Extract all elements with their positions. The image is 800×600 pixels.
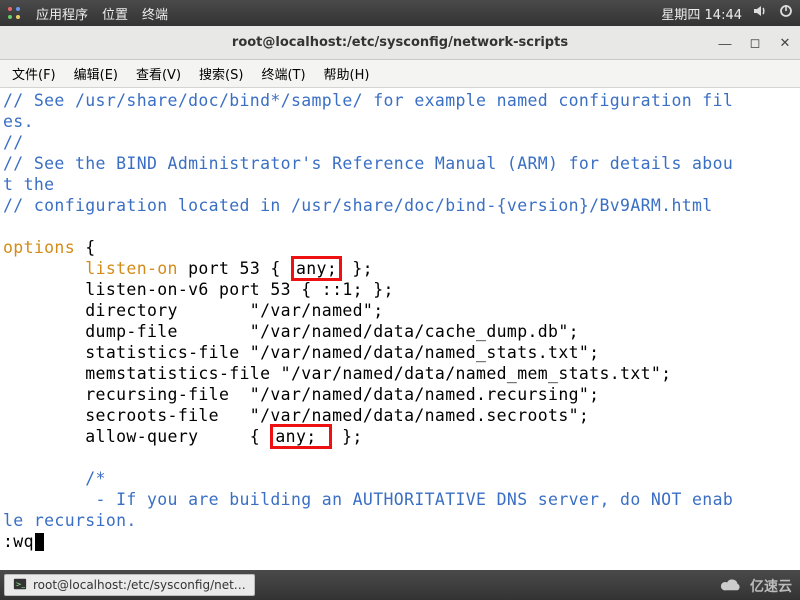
config-line: statistics-file "/var/named/data/named_s…: [3, 343, 599, 362]
close-button[interactable]: ✕: [774, 32, 796, 54]
window-title: root@localhost:/etc/sysconfig/network-sc…: [232, 35, 568, 50]
minimize-button[interactable]: —: [714, 32, 736, 54]
menu-terminal[interactable]: 终端: [142, 4, 168, 23]
config-text: };: [342, 259, 373, 278]
comment-line: // See the BIND Administrator's Referenc…: [3, 154, 733, 173]
window-titlebar[interactable]: root@localhost:/etc/sysconfig/network-sc…: [0, 26, 800, 60]
menu-edit[interactable]: 编辑(E): [66, 60, 126, 87]
menu-places[interactable]: 位置: [102, 4, 128, 23]
comment-line: le recursion.: [3, 511, 137, 530]
volume-icon[interactable]: [752, 3, 768, 23]
config-line: secroots-file "/var/named/data/named.sec…: [3, 406, 589, 425]
config-line: memstatistics-file "/var/named/data/name…: [3, 364, 671, 383]
config-line: listen-on-v6 port 53 { ::1; };: [3, 280, 394, 299]
cloud-icon: [718, 576, 746, 596]
listen-on-keyword: listen-on: [85, 259, 178, 278]
config-text: allow-query {: [3, 427, 270, 446]
config-line: directory "/var/named";: [3, 301, 384, 320]
activities-icon[interactable]: [6, 5, 22, 21]
comment-line: //: [3, 133, 24, 152]
menu-view[interactable]: 查看(V): [128, 60, 189, 87]
comment-line: // See /usr/share/doc/bind*/sample/ for …: [3, 91, 733, 110]
taskbar-window-button[interactable]: >_ root@localhost:/etc/sysconfig/net…: [4, 574, 255, 596]
config-text: port 53 {: [178, 259, 291, 278]
config-line: recursing-file "/var/named/data/named.re…: [3, 385, 599, 404]
taskbar-window-label: root@localhost:/etc/sysconfig/net…: [33, 578, 246, 592]
terminal-window: root@localhost:/etc/sysconfig/network-sc…: [0, 26, 800, 554]
menu-file[interactable]: 文件(F): [4, 60, 64, 87]
desktop-top-panel: 应用程序 位置 终端 星期四 14:44: [0, 0, 800, 26]
comment-line: es.: [3, 112, 34, 131]
terminal-viewport[interactable]: // See /usr/share/doc/bind*/sample/ for …: [0, 88, 800, 554]
indent: [3, 259, 85, 278]
menu-search[interactable]: 搜索(S): [191, 60, 251, 87]
power-icon[interactable]: [778, 3, 794, 23]
config-line: dump-file "/var/named/data/cache_dump.db…: [3, 322, 579, 341]
menu-help[interactable]: 帮助(H): [316, 60, 378, 87]
comment-line: - If you are building an AUTHORITATIVE D…: [3, 490, 733, 509]
comment-line: t the: [3, 175, 54, 194]
maximize-button[interactable]: ◻: [744, 32, 766, 54]
text-cursor: [35, 533, 44, 551]
clock[interactable]: 星期四 14:44: [661, 4, 742, 23]
highlight-any-2: any;: [270, 424, 331, 449]
highlight-any-1: any;: [291, 256, 342, 281]
options-keyword: options: [3, 238, 75, 257]
watermark: 亿速云: [718, 576, 792, 596]
svg-text:>_: >_: [16, 580, 26, 588]
comment-line: // configuration located in /usr/share/d…: [3, 196, 713, 215]
watermark-text: 亿速云: [750, 576, 792, 596]
config-text: };: [332, 427, 363, 446]
desktop-bottom-panel: >_ root@localhost:/etc/sysconfig/net…: [0, 570, 800, 600]
menu-terminal-m[interactable]: 终端(T): [253, 60, 313, 87]
comment-block-open: /*: [3, 469, 106, 488]
menubar: 文件(F) 编辑(E) 查看(V) 搜索(S) 终端(T) 帮助(H): [0, 60, 800, 88]
terminal-icon: >_: [13, 577, 27, 594]
brace: {: [75, 238, 96, 257]
vim-command: :wq: [3, 532, 34, 551]
menu-applications[interactable]: 应用程序: [36, 4, 88, 23]
